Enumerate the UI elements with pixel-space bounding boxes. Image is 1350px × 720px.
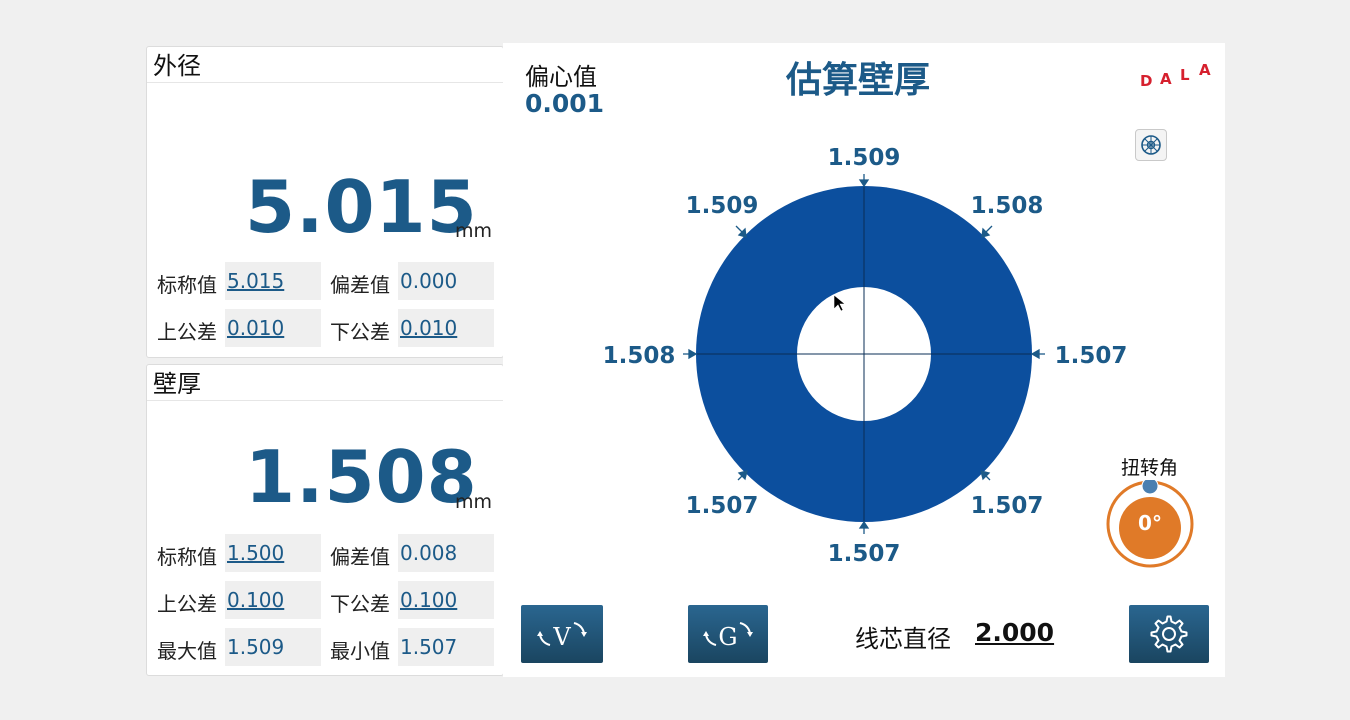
measure-top: 1.509 <box>828 145 901 171</box>
wall-deviation-label: 偏差值 <box>330 545 390 569</box>
wall-panel-title: 壁厚 <box>147 365 503 401</box>
arrow-bottom-right <box>980 470 991 481</box>
wall-max-field: 1.509 <box>225 628 321 666</box>
od-panel-title: 外径 <box>147 47 503 83</box>
wall-unit: mm <box>455 491 493 513</box>
twist-angle-label: 扭转角 <box>1121 457 1179 479</box>
rotate-v-button[interactable]: V <box>521 605 603 663</box>
wall-min-label: 最小值 <box>330 639 390 663</box>
wall-max-value: 1.509 <box>227 635 285 659</box>
wall-lower-tol-value: 0.100 <box>400 588 458 612</box>
od-deviation-value: 0.000 <box>400 269 458 293</box>
gear-icon <box>1150 615 1188 653</box>
wall-max-label: 最大值 <box>157 639 217 663</box>
wall-upper-tol-field[interactable]: 0.100 <box>225 581 321 619</box>
twist-angle-value: 0° <box>1138 511 1162 535</box>
wall-min-value: 1.507 <box>400 635 458 659</box>
wall-nominal-field[interactable]: 1.500 <box>225 534 321 572</box>
wall-nominal-label: 标称值 <box>157 545 217 569</box>
arrow-bottom-left <box>737 470 748 481</box>
od-unit: mm <box>455 220 493 242</box>
measure-bottom-right: 1.507 <box>971 493 1044 519</box>
od-panel: 外径 5.015 mm 标称值 5.015 偏差值 0.000 上公差 0.01… <box>146 46 504 358</box>
settings-button[interactable] <box>1129 605 1209 663</box>
rotate-g-icon: G <box>703 622 753 651</box>
measure-top-right: 1.508 <box>971 193 1044 219</box>
od-deviation-label: 偏差值 <box>330 273 390 297</box>
measure-bottom-left: 1.507 <box>686 493 759 519</box>
od-nominal-label: 标称值 <box>157 273 217 297</box>
wall-upper-tol-value: 0.100 <box>227 588 285 612</box>
twist-dial-knob <box>1141 480 1159 495</box>
wall-deviation-value: 0.008 <box>400 541 458 565</box>
od-lower-tol-label: 下公差 <box>330 320 390 344</box>
core-diameter-label: 线芯直径 <box>855 625 951 653</box>
rotate-v-icon: V <box>537 622 587 651</box>
arrow-top-right <box>981 225 993 238</box>
core-diameter-value[interactable]: 2.000 <box>975 618 1054 647</box>
od-lower-tol-value: 0.010 <box>400 316 458 340</box>
wall-nominal-value: 1.500 <box>227 541 285 565</box>
od-deviation-field: 0.000 <box>398 262 494 300</box>
wall-lower-tol-label: 下公差 <box>330 592 390 616</box>
od-nominal-value: 5.015 <box>227 269 285 293</box>
od-nominal-field[interactable]: 5.015 <box>225 262 321 300</box>
svg-text:V: V <box>552 623 571 651</box>
rotate-g-button[interactable]: G <box>688 605 768 663</box>
main-panel: 偏心值 0.001 估算壁厚 D A L A 1.509 1.509 1.508… <box>503 43 1225 677</box>
arrow-right <box>1030 348 1045 360</box>
od-value: 5.015 <box>245 165 478 249</box>
measure-right: 1.507 <box>1055 343 1128 369</box>
arrow-bottom <box>858 520 870 534</box>
od-lower-tol-field[interactable]: 0.010 <box>398 309 494 347</box>
od-upper-tol-field[interactable]: 0.010 <box>225 309 321 347</box>
arrow-left <box>683 348 698 360</box>
od-upper-tol-value: 0.010 <box>227 316 285 340</box>
svg-text:G: G <box>718 623 737 651</box>
wall-panel: 壁厚 1.508 mm 标称值 1.500 偏差值 0.008 上公差 0.10… <box>146 364 504 676</box>
wall-value: 1.508 <box>245 435 478 519</box>
wall-min-field: 1.507 <box>398 628 494 666</box>
od-upper-tol-label: 上公差 <box>157 320 217 344</box>
wall-deviation-field: 0.008 <box>398 534 494 572</box>
measure-left: 1.508 <box>603 343 676 369</box>
wall-upper-tol-label: 上公差 <box>157 592 217 616</box>
arrow-top <box>858 174 870 188</box>
measure-top-left: 1.509 <box>686 193 759 219</box>
measure-bottom: 1.507 <box>828 541 901 567</box>
arrow-top-left <box>735 225 747 238</box>
wall-lower-tol-field[interactable]: 0.100 <box>398 581 494 619</box>
